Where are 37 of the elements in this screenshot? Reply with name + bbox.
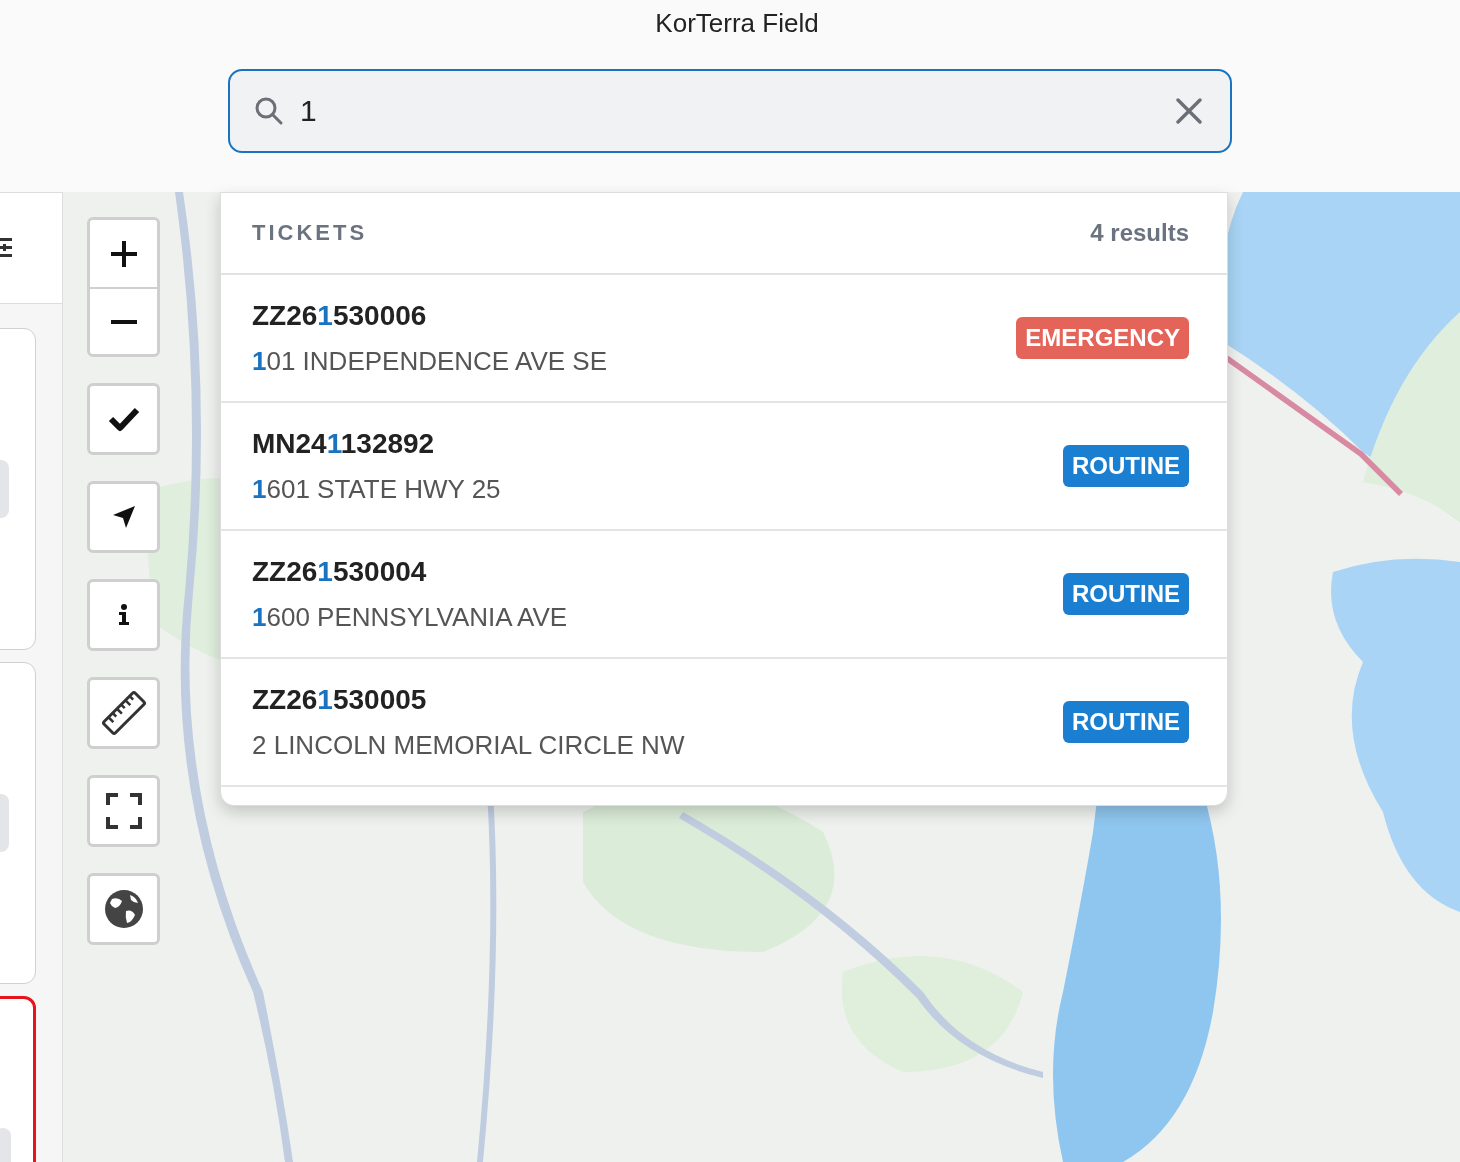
zoom-out-button[interactable] (90, 287, 157, 354)
info-button[interactable] (87, 579, 160, 651)
ticket-number: ZZ261530004 (252, 555, 428, 588)
ticket-address: 1601 STATE HWY 25 (252, 473, 501, 505)
ticket-address: 2 LINCOLN MEMORIAL CIRCLE NW (252, 729, 685, 761)
measure-button[interactable] (87, 677, 160, 749)
locate-button[interactable] (87, 481, 160, 553)
priority-badge: ROUTINE (1063, 701, 1189, 743)
ticket-address: 1600 PENNSYLVANIA AVE (252, 601, 568, 633)
navigation-arrow-icon (111, 505, 136, 529)
ticket-address: 101 INDEPENDENCE AVE SE (252, 345, 607, 377)
basemap-button[interactable] (87, 873, 160, 945)
fullscreen-button[interactable] (87, 775, 160, 847)
ticket-result[interactable]: MN241132892 1601 STATE HWY 25 ROUTINE (221, 403, 1227, 531)
ticket-number: ZZ261530005 (252, 683, 428, 716)
priority-badge: ROUTINE (1063, 445, 1189, 487)
search-icon (254, 96, 284, 126)
close-icon[interactable] (1176, 98, 1202, 124)
search-field[interactable]: 1 (228, 69, 1232, 153)
ruler-icon (99, 689, 148, 737)
ticket-result[interactable]: ZZ261530004 1600 PENNSYLVANIA AVE ROUTINE (221, 531, 1227, 659)
minus-icon (108, 318, 139, 325)
ticket-result[interactable]: ZZ261530006 101 INDEPENDENCE AVE SE EMERGENCY (221, 275, 1227, 403)
info-icon (117, 604, 130, 626)
section-heading: TICKETS (252, 220, 368, 246)
plus-icon (108, 238, 139, 269)
ticket-number: ZZ261530006 (252, 299, 428, 332)
check-button[interactable] (87, 383, 160, 455)
ticket-result[interactable]: ZZ261530005 2 LINCOLN MEMORIAL CIRCLE NW ROUTINE (221, 659, 1227, 787)
globe-icon (103, 889, 144, 929)
result-count: 4 results (1090, 219, 1189, 247)
fullscreen-icon (105, 793, 142, 829)
priority-badge: EMERGENCY (1016, 317, 1189, 359)
priority-badge: ROUTINE (1063, 573, 1189, 615)
ticket-number: MN241132892 (252, 427, 436, 460)
checkmark-icon (107, 406, 140, 432)
app-title: KorTerra Field (654, 8, 819, 39)
